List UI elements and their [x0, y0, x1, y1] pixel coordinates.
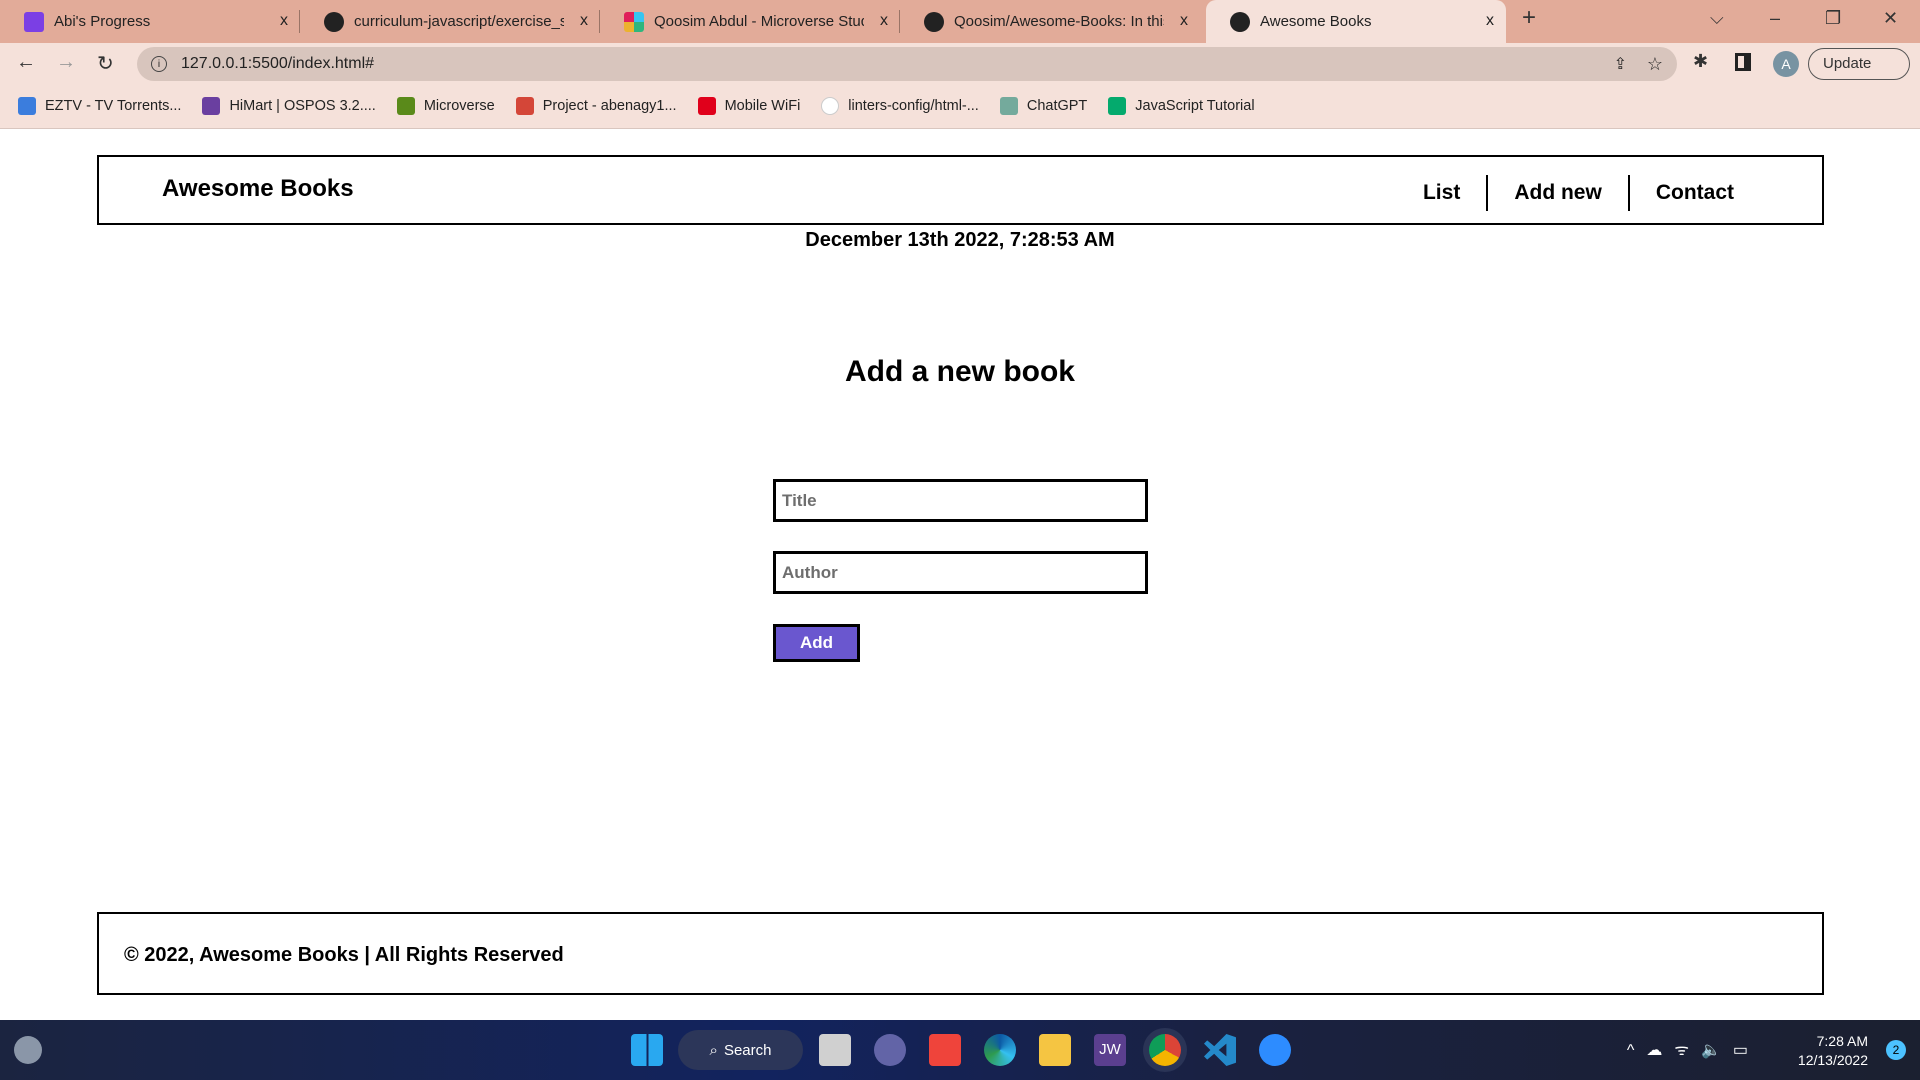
add-button[interactable]: Add — [773, 624, 860, 662]
jw-icon[interactable]: JW — [1094, 1034, 1126, 1066]
zoom-icon[interactable] — [1259, 1034, 1291, 1066]
system-tray[interactable]: ^☁︎ᯤ🔈▭ — [1627, 1038, 1760, 1060]
tab-label: Qoosim/Awesome-Books: In this — [954, 13, 1164, 30]
bookmark-linters-config[interactable]: linters-config/html-... — [821, 96, 979, 115]
date: 12/13/2022 — [1797, 1052, 1868, 1068]
current-date: December 13th 2022, 7:28:53 AM — [805, 229, 1115, 251]
file-explorer-icon[interactable] — [1039, 1034, 1071, 1066]
new-tab-button[interactable]: + — [1522, 4, 1536, 32]
close-window-icon[interactable]: ✕ — [1883, 8, 1898, 29]
tab-awesome-books-repo[interactable]: Qoosim/Awesome-Books: In this x — [900, 0, 1200, 43]
taskbar: ⌕ Search JW ^☁︎ᯤ🔈▭ 7:28 AM 12/13/2022 2 — [0, 1020, 1920, 1080]
nav-list[interactable]: List — [1397, 175, 1486, 211]
bookmark-label: Microverse — [423, 97, 495, 114]
close-icon[interactable]: x — [880, 12, 888, 30]
clock[interactable]: 7:28 AM 12/13/2022 — [1798, 1032, 1868, 1070]
bookmark-label: ChatGPT — [1026, 97, 1088, 114]
app-icon — [24, 11, 44, 32]
tab-qoosim-slack[interactable]: Qoosim Abdul - Microverse Stud x — [600, 0, 900, 43]
reload-icon[interactable]: ↻ — [97, 51, 114, 76]
restore-icon[interactable]: ❐ — [1825, 8, 1841, 29]
search-icon: ⌕ — [709, 1041, 718, 1059]
teams-icon[interactable] — [874, 1034, 906, 1066]
nav-contact[interactable]: Contact — [1627, 175, 1760, 211]
notification-badge[interactable]: 2 — [1886, 1040, 1906, 1060]
bookmarks-bar: EZTV - TV Torrents... HiMart | OSPOS 3.2… — [0, 83, 1920, 129]
bookmark-chatgpt[interactable]: ChatGPT — [999, 96, 1088, 115]
windows-start-icon[interactable] — [631, 1034, 663, 1066]
site-header: Awesome Books List Add new Contact — [97, 155, 1824, 225]
browser-toolbar: ← → ↻ i 127.0.0.1:5500/index.html# ⇪ ☆ ✱… — [0, 43, 1920, 83]
bookmark-label: Mobile WiFi — [724, 97, 801, 114]
side-panel-icon[interactable] — [1735, 53, 1751, 71]
chrome-icon[interactable] — [1149, 1034, 1181, 1066]
title-input[interactable] — [773, 479, 1148, 522]
tab-curriculum[interactable]: curriculum-javascript/exercise_se x — [300, 0, 600, 43]
author-input[interactable] — [773, 551, 1148, 594]
bookmark-js-tutorial[interactable]: JavaScript Tutorial — [1108, 96, 1255, 115]
edge-icon[interactable] — [984, 1034, 1016, 1066]
share-icon[interactable]: ⇪ — [1614, 54, 1627, 74]
search-label: Search — [723, 1041, 772, 1059]
bookmark-label: JavaScript Tutorial — [1135, 97, 1255, 114]
tab-label: Qoosim Abdul - Microverse Stud — [654, 13, 864, 30]
slack-icon — [624, 11, 644, 32]
task-view-icon[interactable] — [819, 1034, 851, 1066]
forward-icon[interactable]: → — [56, 51, 76, 74]
info-icon[interactable]: i — [151, 56, 167, 72]
close-icon[interactable]: x — [280, 12, 288, 30]
close-icon[interactable]: x — [1180, 12, 1188, 30]
footer-text: © 2022, Awesome Books | All Rights Reser… — [124, 944, 564, 966]
github-icon — [324, 11, 344, 32]
minimize-icon[interactable]: – — [1770, 8, 1780, 29]
bookmark-label: linters-config/html-... — [848, 97, 979, 114]
bookmark-gmail-project[interactable]: Project - abenagy1... — [515, 96, 677, 115]
time: 7:28 AM — [1816, 1033, 1868, 1049]
tab-awesome-books[interactable]: Awesome Books x — [1206, 0, 1506, 43]
extensions-icon[interactable]: ✱ — [1693, 51, 1708, 72]
bookmark-microverse[interactable]: Microverse — [396, 96, 495, 115]
tab-label: Awesome Books — [1260, 13, 1372, 30]
close-icon[interactable]: x — [1486, 12, 1494, 30]
bookmark-eztv[interactable]: EZTV - TV Torrents... — [18, 96, 182, 115]
back-icon[interactable]: ← — [16, 51, 36, 74]
weather-icon[interactable] — [14, 1036, 42, 1064]
taskbar-search[interactable]: ⌕ Search — [678, 1030, 803, 1070]
globe-icon — [1230, 11, 1250, 32]
page-title: Add a new book — [844, 355, 1075, 388]
tab-abis-progress[interactable]: Abi's Progress x — [0, 0, 300, 43]
anydesk-icon[interactable] — [929, 1034, 961, 1066]
url-text[interactable]: 127.0.0.1:5500/index.html# — [181, 55, 374, 73]
site-logo[interactable]: Awesome Books — [162, 175, 354, 203]
address-bar[interactable]: i 127.0.0.1:5500/index.html# ⇪ ☆ — [137, 47, 1677, 81]
tab-label: curriculum-javascript/exercise_se — [354, 13, 564, 30]
main-nav: List Add new Contact — [1397, 175, 1760, 211]
bookmark-label: HiMart | OSPOS 3.2.... — [229, 97, 376, 114]
tab-label: Abi's Progress — [54, 13, 151, 30]
bookmark-label: Project - abenagy1... — [542, 97, 677, 114]
bookmark-label: EZTV - TV Torrents... — [45, 97, 182, 114]
tab-search-chevron-icon[interactable]: ⌵ — [1710, 8, 1724, 29]
tab-strip: Abi's Progress x curriculum-javascript/e… — [0, 0, 1920, 43]
vscode-icon[interactable] — [1204, 1034, 1236, 1066]
update-label: Update — [1823, 55, 1872, 72]
update-button[interactable]: Update — [1808, 48, 1910, 80]
bookmark-himart[interactable]: HiMart | OSPOS 3.2.... — [202, 96, 376, 115]
site-footer: © 2022, Awesome Books | All Rights Reser… — [97, 912, 1824, 995]
star-icon[interactable]: ☆ — [1647, 54, 1663, 75]
profile-avatar[interactable]: A — [1773, 51, 1799, 77]
github-icon — [924, 11, 944, 32]
close-icon[interactable]: x — [580, 12, 588, 30]
bookmark-mobile-wifi[interactable]: Mobile WiFi — [697, 96, 801, 115]
nav-add-new[interactable]: Add new — [1486, 175, 1628, 211]
